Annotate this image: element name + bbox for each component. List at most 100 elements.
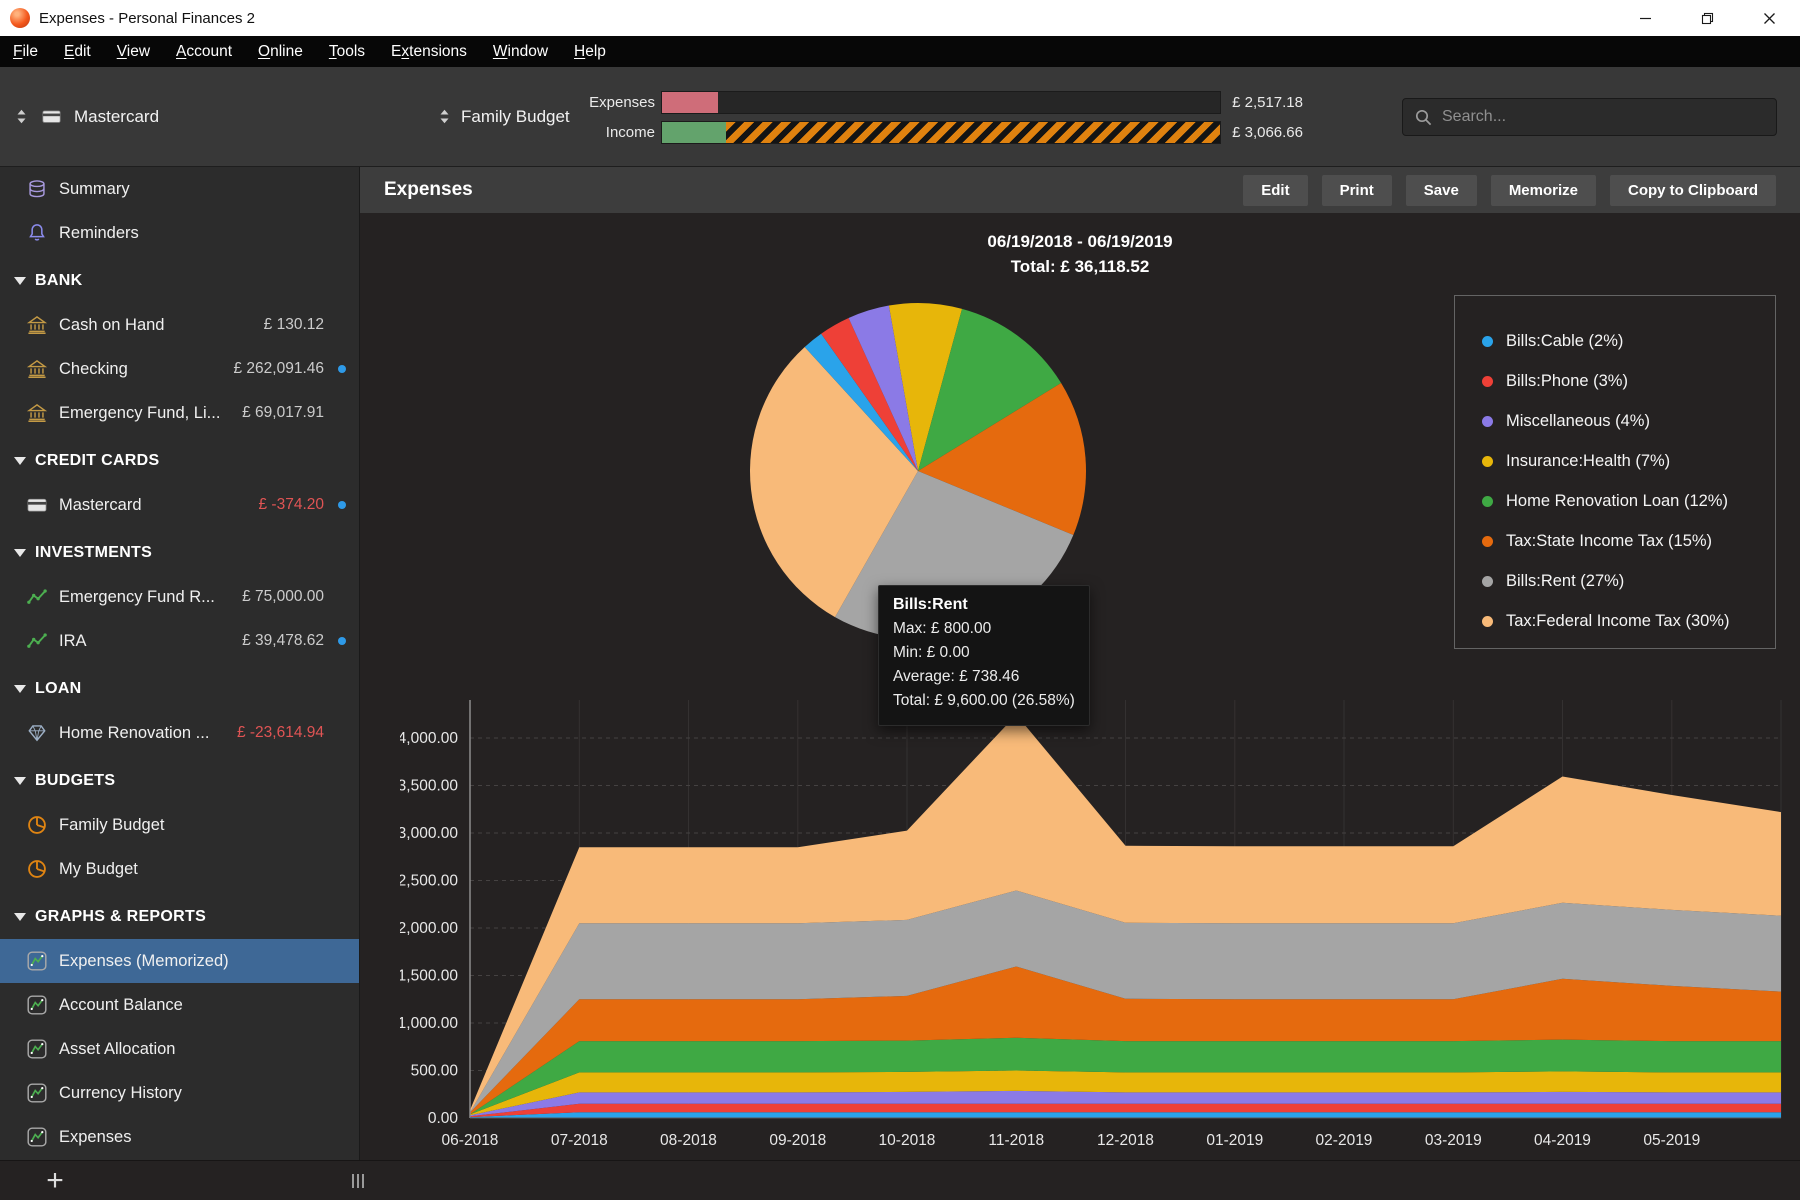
sidebar-item-label: Emergency Fund, Li...	[59, 403, 221, 422]
chart-line-icon	[26, 586, 48, 608]
legend-color-dot	[1482, 535, 1493, 547]
sidebar-item-checking[interactable]: Checking £ 262,091.46	[0, 347, 359, 391]
minimize-icon	[1639, 17, 1651, 19]
sidebar-item-label: Family Budget	[59, 815, 165, 834]
legend-label: Tax:Federal Income Tax (30%)	[1506, 611, 1730, 630]
account-selector-label: Mastercard	[74, 106, 160, 126]
bank-icon	[26, 358, 48, 380]
sidebar-item-label: Reminders	[59, 223, 139, 242]
edit-button[interactable]: Edit	[1243, 174, 1308, 206]
x-axis-label: 03-2019	[1425, 1132, 1482, 1149]
y-axis-label: 2,000.00	[400, 920, 458, 937]
legend-color-dot	[1482, 335, 1493, 347]
menu-account[interactable]: Account	[163, 36, 245, 67]
budget-selector[interactable]: Family Budget	[437, 67, 570, 166]
sidebar-item-amount: £ 130.12	[263, 316, 324, 333]
sidebar-section-budgets[interactable]: BUDGETS	[0, 759, 359, 803]
y-axis-label: 500.00	[411, 1063, 459, 1080]
sidebar-item-mastercard[interactable]: Mastercard £ -374.20	[0, 483, 359, 527]
print-button[interactable]: Print	[1321, 174, 1392, 206]
menu-file[interactable]: File	[0, 36, 51, 67]
y-axis-label: 3,000.00	[400, 825, 458, 842]
legend-color-dot	[1482, 575, 1493, 587]
sidebar-item-ira[interactable]: IRA £ 39,478.62	[0, 619, 359, 663]
legend-label: Bills:Cable (2%)	[1506, 331, 1624, 350]
menu-extensions[interactable]: Extensions	[378, 36, 480, 67]
x-axis-label: 09-2018	[769, 1132, 826, 1149]
collapse-triangle-icon	[14, 277, 26, 285]
menu-window[interactable]: Window	[480, 36, 561, 67]
sidebar-section-graphs-reports[interactable]: GRAPHS & REPORTS	[0, 895, 359, 939]
sidebar-section-label: BANK	[35, 272, 83, 289]
y-axis-label: 3,500.00	[400, 778, 458, 795]
sidebar-item-cash-on-hand[interactable]: Cash on Hand £ 130.12	[0, 303, 359, 347]
x-axis-label: 11-2018	[988, 1132, 1044, 1149]
sidebar-section-credit-cards[interactable]: CREDIT CARDS	[0, 439, 359, 483]
budget-progress: Expenses £ 2,517.18 Income £ 3,066.66	[575, 91, 1303, 144]
expenses-row: Expenses £ 2,517.18	[575, 91, 1303, 114]
sidebar-item-amount: £ -374.20	[258, 496, 325, 513]
report-title: Expenses	[384, 179, 473, 200]
chart-legend: Bills:Cable (2%) Bills:Phone (3%) Miscella…	[1454, 295, 1776, 649]
add-account-button[interactable]: +	[34, 1161, 76, 1200]
sidebar-item-currency-history[interactable]: Currency History	[0, 1071, 359, 1115]
report-icon	[26, 950, 48, 972]
status-dot	[335, 501, 349, 509]
sidebar-item-family-budget[interactable]: Family Budget	[0, 803, 359, 847]
menu-tools[interactable]: Tools	[316, 36, 378, 67]
account-selector[interactable]: Mastercard	[14, 67, 159, 166]
sidebar-item-home-renovation[interactable]: Home Renovation ... £ -23,614.94	[0, 711, 359, 755]
expenses-amount: £ 2,517.18	[1232, 94, 1303, 111]
copy-to-clipboard-button[interactable]: Copy to Clipboard	[1610, 174, 1776, 206]
minimize-button[interactable]	[1614, 0, 1676, 36]
save-button[interactable]: Save	[1405, 174, 1477, 206]
sidebar-section-investments[interactable]: INVESTMENTS	[0, 531, 359, 575]
income-bar-label: Income	[605, 124, 655, 141]
collapse-triangle-icon	[14, 777, 26, 785]
expenses-progress-bar	[661, 91, 1221, 114]
budget-selector-label: Family Budget	[461, 106, 570, 126]
sidebar-section-bank[interactable]: BANK	[0, 259, 359, 303]
y-axis-label: 1,000.00	[400, 1015, 458, 1032]
sidebar-item-my-budget[interactable]: My Budget	[0, 847, 359, 891]
sidebar-item-label: IRA	[59, 631, 87, 650]
memorize-button[interactable]: Memorize	[1490, 174, 1596, 206]
tooltip-line-average: Average: £ 738.46	[893, 668, 1020, 685]
sidebar-item-amount: £ 39,478.62	[242, 632, 324, 649]
tooltip-title: Bills:Rent	[893, 596, 968, 613]
sidebar-item-expenses-memorized[interactable]: Expenses (Memorized)	[0, 939, 359, 983]
x-axis-label: 04-2019	[1534, 1132, 1591, 1149]
legend-label: Insurance:Health (7%)	[1506, 451, 1671, 470]
sidebar-item-emergency-fund-li[interactable]: Emergency Fund, Li... £ 69,017.91	[0, 391, 359, 435]
sidebar-item-account-balance[interactable]: Account Balance	[0, 983, 359, 1027]
search-input[interactable]	[1442, 108, 1765, 126]
splitter-grip[interactable]	[352, 1174, 364, 1188]
legend-item-bills-rent: Bills:Rent (27%)	[1482, 561, 1775, 601]
maximize-button[interactable]	[1676, 0, 1738, 36]
sidebar-item-summary[interactable]: Summary	[0, 167, 359, 211]
sidebar-item-amount: £ -23,614.94	[236, 724, 324, 741]
menu-view[interactable]: View	[104, 36, 163, 67]
income-remainder-hatch	[726, 122, 1220, 143]
legend-item-tax-state-income-tax: Tax:State Income Tax (15%)	[1482, 521, 1775, 561]
search-box[interactable]	[1402, 98, 1777, 136]
sidebar-item-reminders[interactable]: Reminders	[0, 211, 359, 255]
legend-color-dot	[1482, 495, 1493, 507]
close-button[interactable]	[1738, 0, 1800, 36]
updown-arrows-icon	[17, 109, 26, 124]
x-axis-label: 12-2018	[1097, 1132, 1154, 1149]
sidebar-section-loan[interactable]: LOAN	[0, 667, 359, 711]
menu-online[interactable]: Online	[245, 36, 316, 67]
area-chart[interactable]: 0.00 500.00 1,000.00 1,500.00 2,000.00 2,500.…	[400, 677, 1800, 1157]
menu-edit[interactable]: Edit	[51, 36, 104, 67]
legend-item-insurance-health: Insurance:Health (7%)	[1482, 441, 1775, 481]
menu-help[interactable]: Help	[561, 36, 619, 67]
collapse-triangle-icon	[14, 457, 26, 465]
status-dot	[335, 637, 349, 645]
sidebar-item-expenses[interactable]: Expenses	[0, 1115, 359, 1159]
report-icon	[26, 1126, 48, 1148]
sidebar-item-asset-allocation[interactable]: Asset Allocation	[0, 1027, 359, 1071]
legend-label: Miscellaneous (4%)	[1506, 411, 1650, 430]
sidebar-item-emergency-fund-r[interactable]: Emergency Fund R... £ 75,000.00	[0, 575, 359, 619]
diamond-icon	[26, 722, 48, 744]
